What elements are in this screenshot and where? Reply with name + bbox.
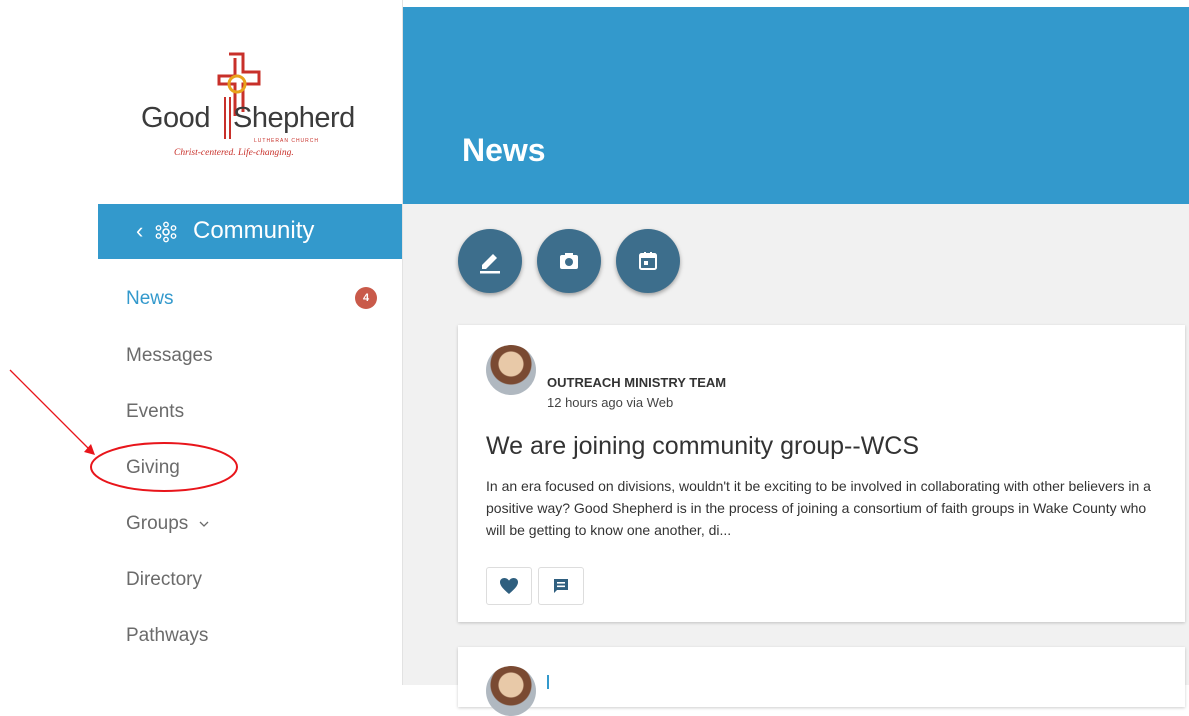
comment-icon — [554, 579, 568, 593]
news-post-card[interactable]: OUTREACH MINISTRY TEAM 12 hours ago via … — [458, 325, 1185, 622]
like-button[interactable] — [486, 567, 532, 605]
page-title: News — [462, 132, 546, 168]
community-section-header[interactable]: ‹ Community — [98, 204, 402, 259]
chevron-down-icon — [199, 521, 209, 527]
chevron-left-icon[interactable]: ‹ — [136, 218, 143, 244]
community-label: Community — [193, 217, 315, 244]
sidebar-item-pathways[interactable]: Pathways — [126, 625, 208, 647]
post-author[interactable] — [547, 675, 551, 689]
pencil-icon — [480, 254, 500, 274]
logo-word-shepherd: Shepherd — [233, 102, 355, 134]
logo-tagline: Christ-centered. Life-changing. — [174, 148, 294, 158]
post-author[interactable]: OUTREACH MINISTRY TEAM — [547, 375, 726, 390]
author-avatar[interactable] — [486, 345, 536, 395]
logo-divider — [224, 97, 226, 139]
create-event-button[interactable] — [616, 229, 680, 293]
news-post-card[interactable] — [458, 647, 1185, 716]
post-photo-button[interactable] — [537, 229, 601, 293]
sidebar-item-groups[interactable]: Groups — [126, 513, 210, 535]
author-avatar[interactable] — [486, 666, 536, 716]
compose-post-button[interactable] — [458, 229, 522, 293]
annotation-arrow — [9, 369, 89, 449]
sidebar-item-giving[interactable]: Giving — [126, 457, 180, 479]
logo-subtitle: LUTHERAN CHURCH — [254, 138, 320, 144]
logo-divider — [229, 97, 231, 139]
page-header: News — [403, 7, 1189, 204]
post-title[interactable]: We are joining community group--WCS — [486, 432, 919, 461]
post-timestamp: 12 hours ago via Web — [547, 395, 674, 410]
sidebar-item-messages[interactable]: Messages — [126, 345, 213, 367]
news-feed: OUTREACH MINISTRY TEAM 12 hours ago via … — [403, 204, 1189, 716]
sidebar-item-directory[interactable]: Directory — [126, 569, 202, 591]
community-icon — [155, 221, 177, 243]
sidebar: Good Shepherd LUTHERAN CHURCH Christ-cen… — [98, 0, 403, 685]
camera-icon — [560, 253, 578, 269]
church-logo[interactable]: Good Shepherd LUTHERAN CHURCH Christ-cen… — [141, 52, 363, 172]
sidebar-item-groups-label: Groups — [126, 513, 189, 534]
news-count-badge: 4 — [355, 287, 377, 309]
heart-icon — [500, 578, 518, 594]
calendar-icon — [639, 252, 657, 270]
post-body: In an era focused on divisions, wouldn't… — [486, 478, 1151, 538]
sidebar-item-events[interactable]: Events — [126, 401, 184, 423]
logo-word-good: Good — [141, 102, 210, 134]
sidebar-item-news[interactable]: News — [126, 288, 174, 310]
annotation-arrowhead — [84, 444, 95, 455]
comment-button[interactable] — [538, 567, 584, 605]
